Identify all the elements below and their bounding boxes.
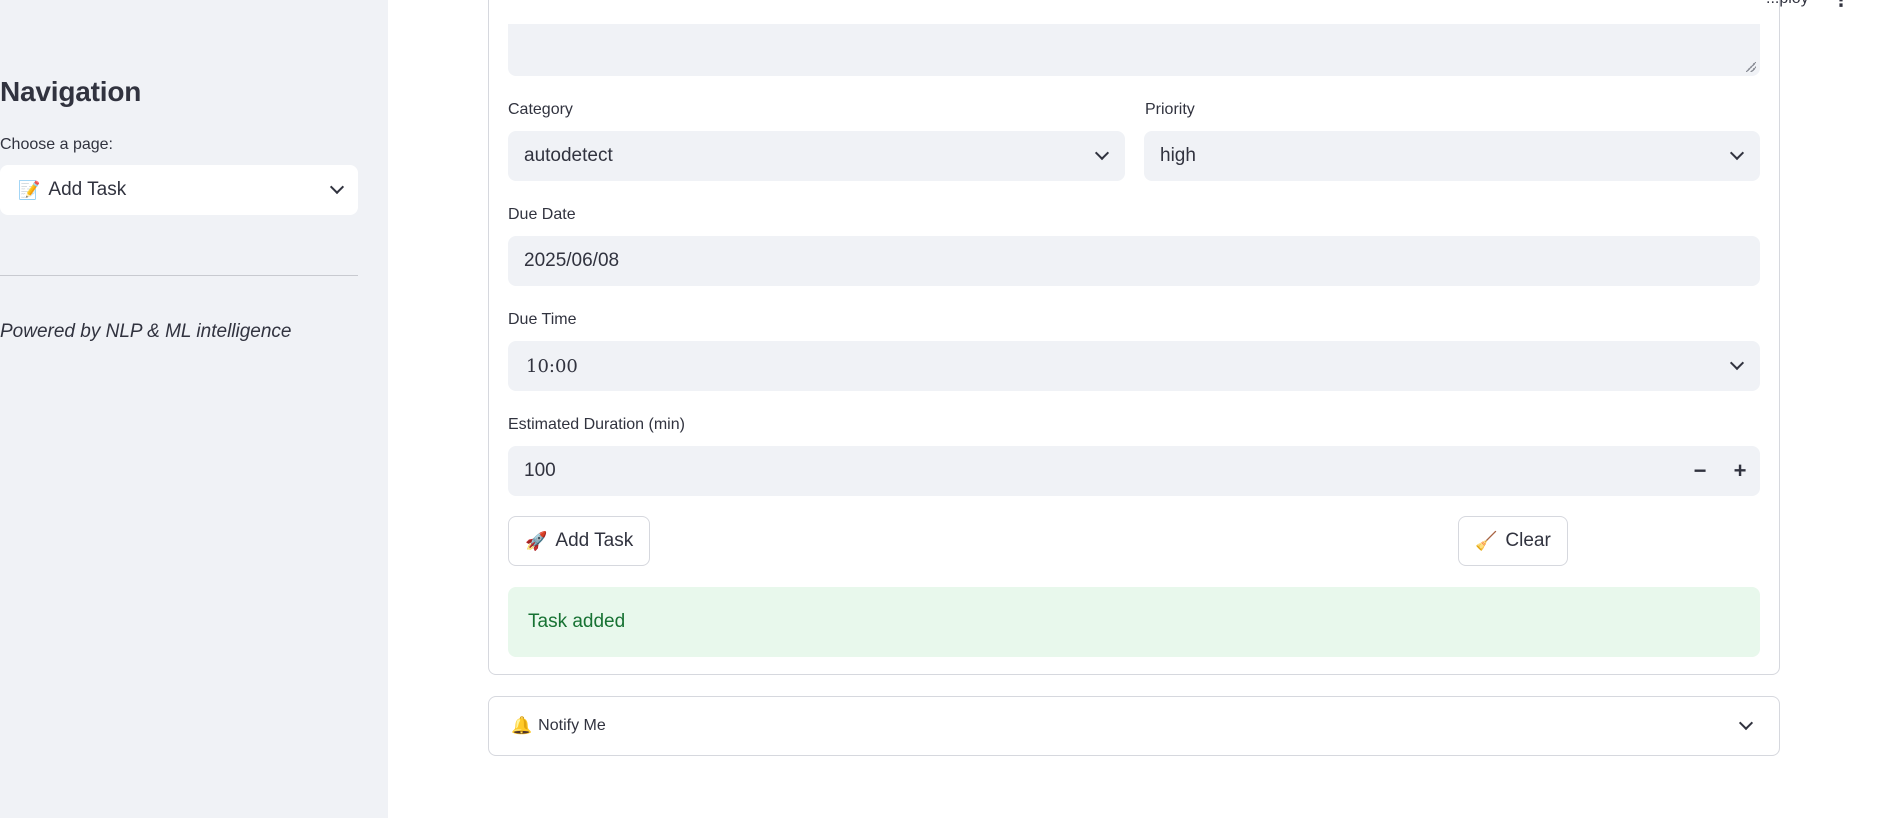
broom-icon: 🧹 <box>1475 530 1498 551</box>
task-description-textarea[interactable] <box>508 24 1760 76</box>
page-select-value: Add Task <box>48 179 127 200</box>
sidebar-footer-text: Powered by NLP & ML intelligence <box>0 321 292 342</box>
sidebar-divider <box>0 275 358 276</box>
chevron-down-icon <box>1094 145 1110 161</box>
duration-input[interactable]: 100 <box>524 460 1680 482</box>
priority-label: Priority <box>1145 101 1195 118</box>
notify-me-label: Notify Me <box>538 717 606 734</box>
priority-select[interactable]: high <box>1144 131 1760 181</box>
resize-handle-icon[interactable] <box>1746 62 1756 72</box>
chevron-down-icon <box>1729 355 1745 371</box>
success-message: Task added <box>528 611 626 632</box>
category-label: Category <box>508 101 573 118</box>
notify-me-expander[interactable]: 🔔 Notify Me <box>488 696 1780 756</box>
task-form-card <box>488 0 1780 675</box>
sidebar-title: Navigation <box>0 76 142 107</box>
clear-button[interactable]: 🧹 Clear <box>1458 516 1568 566</box>
sidebar: Navigation Choose a page: 📝 Add Task Pow… <box>0 0 388 818</box>
add-task-button[interactable]: 🚀 Add Task <box>508 516 651 566</box>
success-alert: Task added <box>508 587 1760 657</box>
page-select[interactable]: 📝 Add Task <box>0 165 358 215</box>
due-time-value: 10:00 <box>526 355 578 377</box>
bell-icon: 🔔 <box>511 716 533 735</box>
add-task-button-label: Add Task <box>555 530 634 551</box>
duration-label: Estimated Duration (min) <box>508 416 685 433</box>
chevron-down-icon <box>1729 145 1745 161</box>
app-root: Navigation Choose a page: 📝 Add Task Pow… <box>0 0 1882 818</box>
decrement-button[interactable]: − <box>1680 446 1720 496</box>
increment-button[interactable]: + <box>1720 446 1760 496</box>
page-select-label: Choose a page: <box>0 136 113 153</box>
category-value: autodetect <box>524 145 613 166</box>
clear-button-label: Clear <box>1505 530 1551 551</box>
due-date-label: Due Date <box>508 206 576 223</box>
due-time-label: Due Time <box>508 311 577 328</box>
memo-icon: 📝 <box>18 179 41 200</box>
category-select[interactable]: autodetect <box>508 131 1125 181</box>
priority-value: high <box>1160 145 1196 166</box>
duration-stepper: 100 − + <box>508 446 1760 496</box>
chevron-down-icon <box>1738 715 1754 731</box>
rocket-icon: 🚀 <box>525 530 548 551</box>
due-date-value: 2025/06/08 <box>524 250 620 271</box>
due-time-select[interactable]: 10:00 <box>508 341 1760 391</box>
main-menu-icon[interactable]: ⋮ <box>1832 0 1850 11</box>
chevron-down-icon <box>329 179 345 195</box>
due-date-input[interactable]: 2025/06/08 <box>508 236 1760 286</box>
